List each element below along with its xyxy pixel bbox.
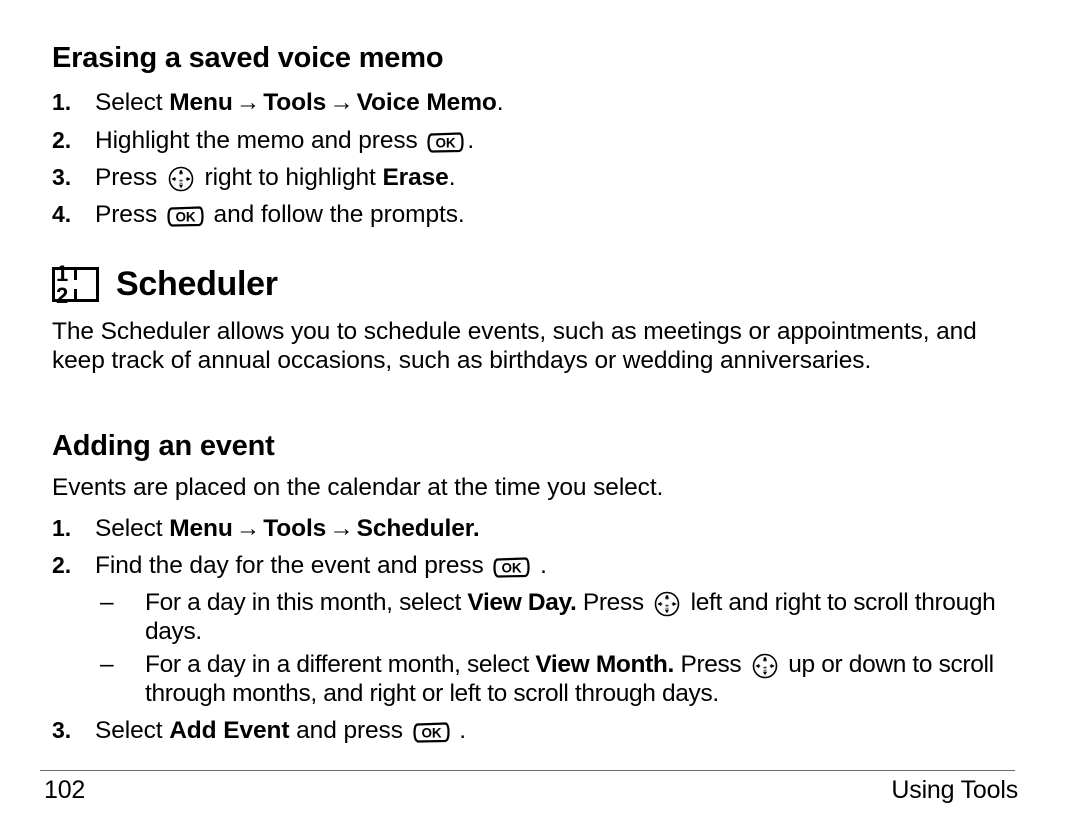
step-number: 4.: [52, 201, 71, 227]
adding-event-description: Events are placed on the calendar at the…: [52, 474, 664, 501]
calendar-book-icon: 1 2: [52, 262, 99, 306]
navigation-key-icon: [168, 166, 194, 192]
step-text-tail: .: [496, 89, 504, 116]
step-text-tail: .: [452, 717, 466, 744]
tools-label: Tools: [263, 515, 327, 542]
step-number: 1.: [52, 515, 71, 541]
step-item: 3. Select Add Event and press OK .: [52, 716, 1032, 745]
sub-text-mid: Press: [576, 589, 651, 616]
step-text-tail: and follow the prompts.: [206, 201, 465, 228]
step-text: Highlight the memo and press OK .: [95, 126, 1032, 155]
step-number: 3.: [52, 164, 71, 190]
scheduler-label: Scheduler.: [356, 515, 480, 542]
step-text-tail: .: [448, 164, 456, 191]
svg-text:OK: OK: [175, 210, 195, 225]
dash-marker: –: [100, 589, 114, 616]
step-text-mid: and press: [289, 717, 410, 744]
erase-label: Erase: [382, 164, 449, 191]
step-text-lead: Select: [95, 89, 170, 116]
step-item: 2. Highlight the memo and press OK .: [52, 126, 1032, 155]
tools-label: Tools: [263, 89, 327, 116]
step-item: 3. Press right to highlight Erase.: [52, 163, 1032, 192]
footer-divider: [40, 770, 1015, 771]
step-text: Select Add Event and press OK .: [95, 716, 1032, 745]
ok-key-icon: OK: [167, 206, 204, 227]
svg-text:OK: OK: [502, 561, 522, 576]
menu-label: Menu: [169, 89, 233, 116]
view-day-label: View Day.: [467, 589, 577, 616]
step-text: Press OK and follow the prompts.: [95, 200, 1032, 229]
ok-key-icon: OK: [427, 132, 464, 153]
arrow-icon: →: [329, 89, 354, 116]
manual-page: Erasing a saved voice memo 1. Select Men…: [0, 0, 1080, 834]
sub-bullet-item: – For a day in this month, select View D…: [100, 588, 1030, 646]
chapter-title: Scheduler: [116, 265, 278, 303]
page-number: 102: [44, 776, 86, 804]
add-event-label: Add Event: [169, 717, 290, 744]
footer-chapter-label: Using Tools: [891, 776, 1018, 804]
sub-text-mid: Press: [674, 651, 748, 678]
sub-bullet-item: – For a day in a different month, select…: [100, 650, 1030, 708]
step-text-tail: .: [533, 552, 547, 579]
heading-adding-an-event: Adding an event: [52, 430, 275, 462]
step-number: 2.: [52, 127, 71, 153]
dash-marker: –: [100, 651, 114, 678]
arrow-icon: →: [235, 89, 261, 116]
svg-text:OK: OK: [436, 136, 456, 151]
view-month-label: View Month.: [535, 651, 674, 678]
step-text: Press right to highlight Erase.: [95, 163, 1032, 192]
book-icon-digits: 1 2: [56, 260, 73, 308]
voice-memo-label: Voice Memo: [356, 89, 497, 116]
step-item: 2. Find the day for the event and press …: [52, 551, 1032, 580]
heading-erasing-a-saved-voice-memo: Erasing a saved voice memo: [52, 42, 444, 74]
step-text-lead: Find the day for the event and press: [95, 552, 491, 579]
sub-bullet-text: For a day in this month, select View Day…: [145, 588, 1030, 646]
ok-key-icon: OK: [493, 557, 530, 578]
menu-label: Menu: [169, 515, 233, 542]
sub-text-lead: For a day in a different month, select: [145, 651, 536, 678]
sub-bullet-text: For a day in a different month, select V…: [145, 650, 1030, 708]
step-number: 1.: [52, 89, 71, 115]
scheduler-description: The Scheduler allows you to schedule eve…: [52, 318, 977, 374]
step-item: 1. Select Menu → Tools → Scheduler.: [52, 514, 1032, 543]
navigation-key-icon: [752, 653, 778, 679]
step-text: Select Menu → Tools → Voice Memo.: [95, 88, 1032, 117]
chapter-heading-scheduler: 1 2 Scheduler: [52, 262, 278, 306]
step-item: 1. Select Menu → Tools → Voice Memo.: [52, 88, 1032, 117]
step-text-mid: right to highlight: [197, 164, 383, 191]
svg-text:OK: OK: [421, 726, 441, 741]
step-item: 4. Press OK and follow the prompts.: [52, 200, 1032, 229]
arrow-icon: →: [329, 515, 354, 542]
step-text-lead: Select: [95, 515, 170, 542]
step-number: 3.: [52, 717, 71, 743]
step-text-lead: Highlight the memo and press: [95, 127, 425, 154]
step-text-lead: Press: [95, 164, 164, 191]
ok-key-icon: OK: [412, 722, 450, 743]
step-text: Select Menu → Tools → Scheduler.: [95, 514, 1032, 543]
navigation-key-icon: [654, 591, 680, 617]
step-text-lead: Press: [95, 201, 164, 228]
step-text: Find the day for the event and press OK …: [95, 551, 1032, 580]
step-text-tail: .: [467, 127, 475, 154]
step-number: 2.: [52, 552, 71, 578]
step-text-lead: Select: [95, 717, 170, 744]
sub-text-lead: For a day in this month, select: [145, 589, 468, 616]
arrow-icon: →: [235, 515, 261, 542]
